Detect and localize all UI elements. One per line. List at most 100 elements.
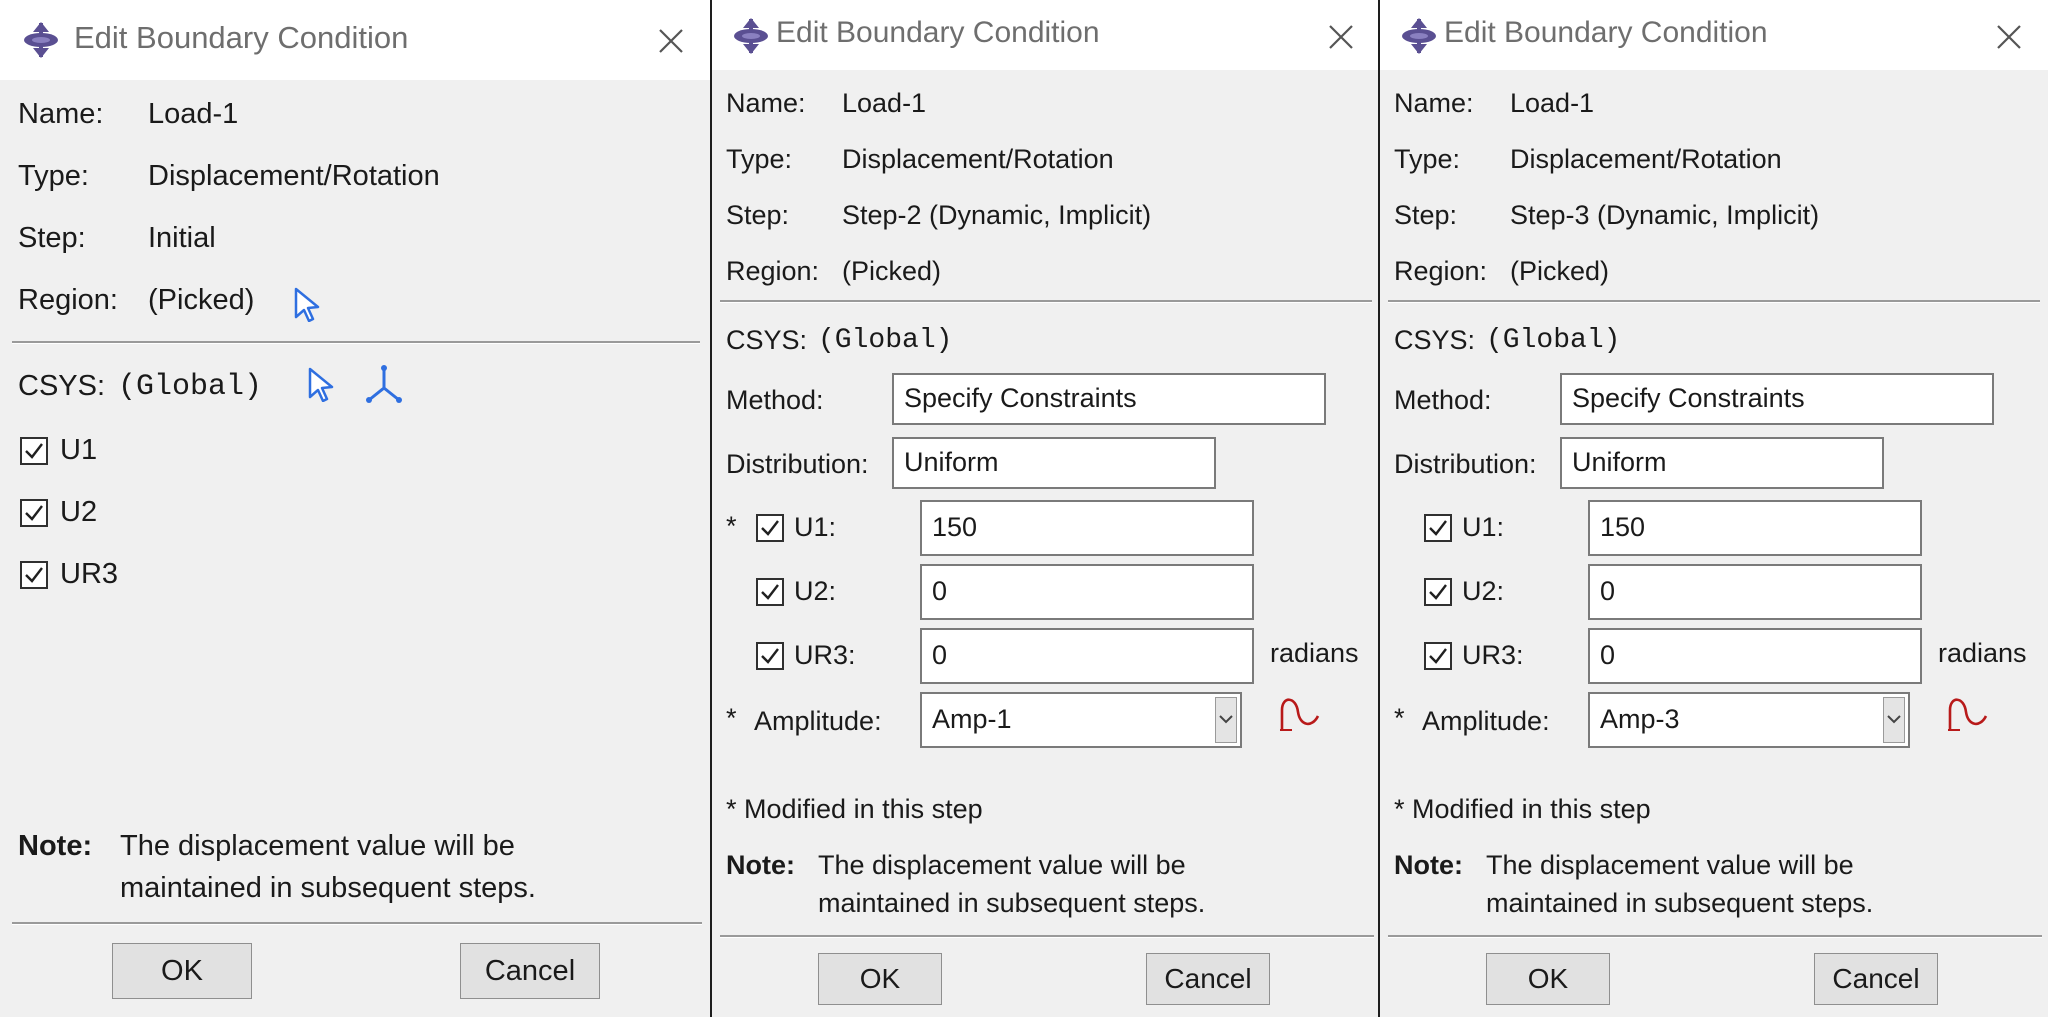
ok-button[interactable]: OK <box>112 943 252 999</box>
pick-csys-icon[interactable] <box>306 366 336 407</box>
region-label: Region: <box>18 284 118 316</box>
ur3-unit: radians <box>1938 638 2027 668</box>
note-line-2: maintained in subsequent steps. <box>120 872 536 904</box>
app-icon <box>732 17 770 55</box>
type-label: Type: <box>726 144 793 174</box>
u2-label: U2: <box>794 576 837 606</box>
ur3-checkbox[interactable] <box>1424 642 1452 670</box>
ur3-checkbox[interactable] <box>756 642 784 670</box>
dialog-title: Edit Boundary Condition <box>1444 16 1768 49</box>
note-label: Note: <box>1394 850 1463 880</box>
method-field[interactable]: Specify Constraints <box>1560 373 1994 425</box>
amplitude-select[interactable]: Amp-1 <box>920 692 1242 748</box>
modified-marker: * <box>726 511 737 541</box>
region-value: (Picked) <box>842 256 942 286</box>
u2-checkbox[interactable] <box>1424 578 1452 606</box>
ur3-label: UR3: <box>1462 640 1524 670</box>
step-value: Step-2 (Dynamic, Implicit) <box>842 200 1152 230</box>
title-bar: Edit Boundary Condition <box>0 0 710 80</box>
separator <box>1388 935 2042 938</box>
u2-input[interactable]: 0 <box>920 564 1254 620</box>
u2-checkbox[interactable] <box>756 578 784 606</box>
distribution-field[interactable]: Uniform <box>1560 437 1884 489</box>
amplitude-curve-icon[interactable] <box>1946 694 1990 739</box>
u1-label: U1 <box>60 434 98 466</box>
u2-checkbox[interactable] <box>20 499 48 527</box>
name-value: Load-1 <box>148 98 239 130</box>
chevron-down-icon[interactable] <box>1883 697 1905 743</box>
u1-label: U1: <box>1462 512 1505 542</box>
amplitude-label: Amplitude: <box>1422 706 1550 736</box>
ur3-input[interactable]: 0 <box>920 628 1254 684</box>
ur3-checkbox[interactable] <box>20 561 48 589</box>
method-field[interactable]: Specify Constraints <box>892 373 1326 425</box>
app-icon <box>22 21 60 59</box>
amplitude-marker: * <box>726 703 737 733</box>
u1-checkbox[interactable] <box>20 437 48 465</box>
note-line-2: maintained in subsequent steps. <box>1486 888 1874 918</box>
ur3-label: UR3 <box>60 558 119 590</box>
separator <box>12 341 700 344</box>
csys-axes-icon[interactable] <box>364 364 404 409</box>
type-value: Displacement/Rotation <box>1510 144 1782 174</box>
step-label: Step: <box>726 200 790 230</box>
u1-label: U1: <box>794 512 837 542</box>
close-icon[interactable] <box>656 26 686 56</box>
amplitude-label: Amplitude: <box>754 706 882 736</box>
amplitude-selected-value: Amp-1 <box>932 704 1012 734</box>
u2-label: U2: <box>1462 576 1505 606</box>
name-value: Load-1 <box>1510 88 1595 118</box>
amplitude-curve-icon[interactable] <box>1278 694 1322 739</box>
method-label: Method: <box>726 385 824 415</box>
close-icon[interactable] <box>1326 22 1356 52</box>
ok-button[interactable]: OK <box>1486 953 1610 1005</box>
chevron-down-icon[interactable] <box>1215 697 1237 743</box>
title-bar: Edit Boundary Condition <box>712 0 1378 70</box>
app-icon <box>1400 17 1438 55</box>
amplitude-marker: * <box>1394 703 1405 733</box>
distribution-field[interactable]: Uniform <box>892 437 1216 489</box>
region-value: (Picked) <box>1510 256 1610 286</box>
name-label: Name: <box>18 98 104 130</box>
step-label: Step: <box>1394 200 1458 230</box>
step-value: Initial <box>148 222 216 254</box>
pick-region-icon[interactable] <box>292 286 322 327</box>
cancel-button[interactable]: Cancel <box>1146 953 1270 1005</box>
ur3-input[interactable]: 0 <box>1588 628 1922 684</box>
u1-checkbox[interactable] <box>1424 514 1452 542</box>
csys-value: (Global) <box>1486 325 1621 356</box>
close-icon[interactable] <box>1994 22 2024 52</box>
u2-input[interactable]: 0 <box>1588 564 1922 620</box>
note-label: Note: <box>18 830 93 862</box>
csys-label: CSYS: <box>18 370 106 402</box>
distribution-label: Distribution: <box>726 449 869 479</box>
csys-value: (Global) <box>118 370 263 404</box>
separator <box>720 300 1372 303</box>
u1-checkbox[interactable] <box>756 514 784 542</box>
region-value: (Picked) <box>148 284 255 316</box>
separator <box>12 922 702 925</box>
type-label: Type: <box>18 160 89 192</box>
u1-input[interactable]: 150 <box>1588 500 1922 556</box>
region-label: Region: <box>726 256 820 286</box>
dialog-title: Edit Boundary Condition <box>776 16 1100 49</box>
cancel-button[interactable]: Cancel <box>460 943 600 999</box>
note-line-2: maintained in subsequent steps. <box>818 888 1206 918</box>
type-value: Displacement/Rotation <box>842 144 1114 174</box>
ok-button[interactable]: OK <box>818 953 942 1005</box>
u1-input[interactable]: 150 <box>920 500 1254 556</box>
name-label: Name: <box>1394 88 1474 118</box>
separator <box>1388 300 2040 303</box>
ur3-label: UR3: <box>794 640 856 670</box>
note-line-1: The displacement value will be <box>120 830 515 862</box>
separator <box>720 935 1374 938</box>
csys-value: (Global) <box>818 325 953 356</box>
amplitude-select[interactable]: Amp-3 <box>1588 692 1910 748</box>
bc-dialog-step-3: Edit Boundary Condition Name: Load-1 Typ… <box>1380 0 2048 1017</box>
dialog-title: Edit Boundary Condition <box>74 20 409 55</box>
csys-label: CSYS: <box>726 325 808 355</box>
amplitude-selected-value: Amp-3 <box>1600 704 1680 734</box>
cancel-button[interactable]: Cancel <box>1814 953 1938 1005</box>
note-line-1: The displacement value will be <box>818 850 1186 880</box>
note-label: Note: <box>726 850 795 880</box>
